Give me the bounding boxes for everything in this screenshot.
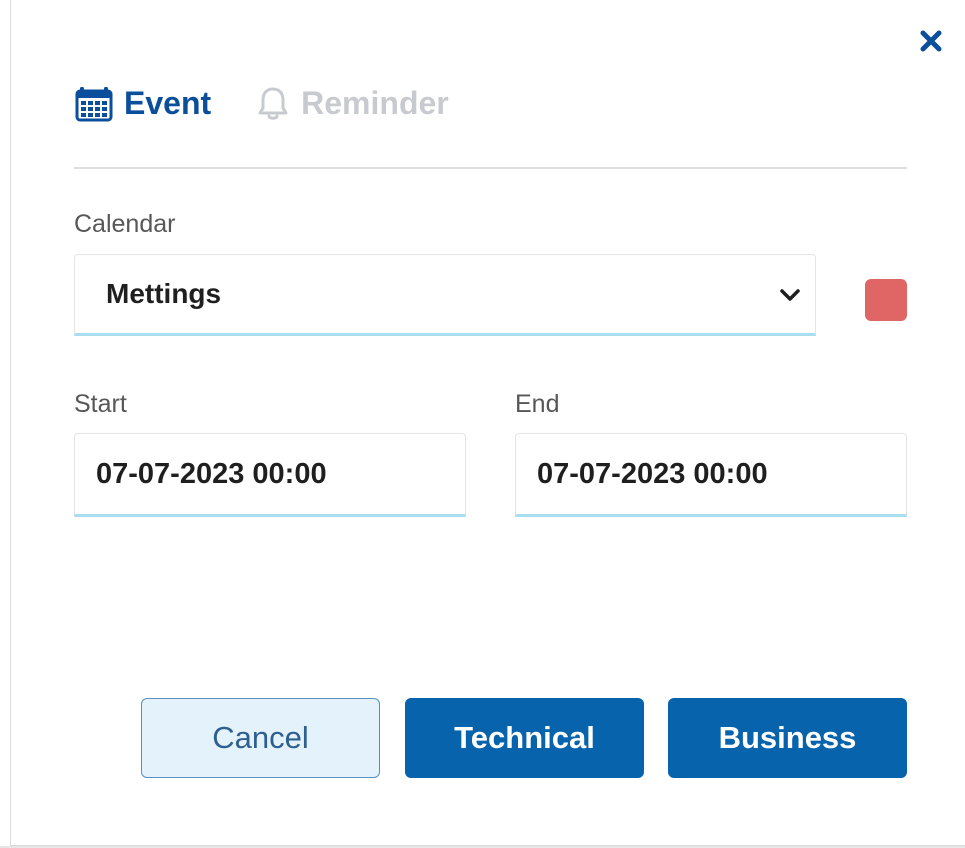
calendar-select[interactable]: Mettings [74, 254, 816, 336]
calendar-color-swatch[interactable] [865, 279, 907, 321]
chevron-down-icon [779, 287, 801, 303]
business-button[interactable]: Business [668, 698, 907, 778]
calendar-label: Calendar [74, 210, 176, 238]
tab-event[interactable]: Event [74, 83, 211, 123]
tab-reminder[interactable]: Reminder [255, 85, 449, 122]
end-input[interactable] [537, 457, 877, 491]
technical-button[interactable]: Technical [405, 698, 644, 778]
tab-reminder-label: Reminder [301, 84, 449, 121]
close-icon [920, 30, 942, 52]
cancel-button[interactable]: Cancel [141, 698, 380, 778]
dialog-tabs: Event Reminder [74, 82, 449, 124]
end-field[interactable] [515, 433, 907, 517]
calendar-selected-value: Mettings [106, 278, 222, 309]
tab-event-label: Event [124, 84, 212, 121]
calendar-icon [74, 83, 114, 123]
close-button[interactable] [916, 26, 946, 56]
end-label: End [515, 390, 560, 418]
bell-icon [255, 85, 291, 121]
start-label: Start [74, 390, 127, 418]
start-input[interactable] [96, 457, 436, 491]
tabs-divider [74, 167, 907, 169]
start-field[interactable] [74, 433, 466, 517]
